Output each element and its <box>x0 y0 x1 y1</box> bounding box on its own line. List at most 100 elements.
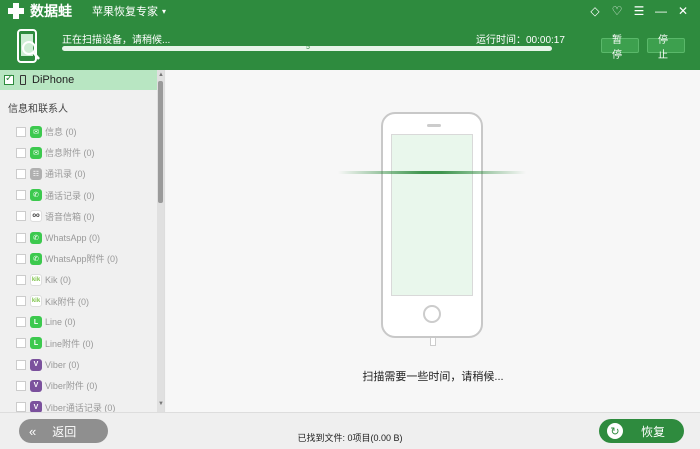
close-icon[interactable]: ✕ <box>672 2 694 20</box>
app-logo: 数据蛙 <box>8 1 72 21</box>
category-checkbox[interactable] <box>16 147 26 158</box>
device-name: DiPhone <box>32 74 75 86</box>
category-item[interactable]: V Viber通话记录 (0) <box>0 396 164 412</box>
iphone-icon <box>20 75 26 85</box>
window-controls: ◇ ♡ ☰ — ✕ <box>584 2 694 20</box>
device-item[interactable]: DiPhone <box>0 70 164 90</box>
phone-icon: ✆ <box>30 189 42 202</box>
category-item[interactable]: ✆ WhatsApp附件 (0) <box>0 248 164 269</box>
category-checkbox[interactable] <box>16 211 26 222</box>
category-label: Viber通话记录 (0) <box>45 402 116 412</box>
category-checkbox[interactable] <box>16 274 26 285</box>
category-item[interactable]: ✆ WhatsApp (0) <box>0 227 164 248</box>
contacts-icon: ☷ <box>30 167 42 180</box>
category-checkbox[interactable] <box>16 338 26 349</box>
whatsapp-icon: ✆ <box>30 231 42 244</box>
viber-attachment-icon: V <box>30 379 42 392</box>
sidebar: DiPhone 信息和联系人 ✉信息 (0)✉信息附件 (0)☷通讯录 (0)✆… <box>0 70 165 412</box>
category-label: WhatsApp (0) <box>45 232 101 243</box>
whatsapp-attachment-icon: ✆ <box>30 252 42 265</box>
feedback-icon[interactable]: ♡ <box>606 2 628 20</box>
category-label: 语音信箱 (0) <box>45 211 95 222</box>
scroll-up-icon[interactable]: ▲ <box>158 72 164 78</box>
plus-icon <box>8 3 24 19</box>
category-item[interactable]: V Viber (0) <box>0 354 164 375</box>
category-label: Viber附件 (0) <box>45 381 98 392</box>
restore-icon: ↻ <box>607 423 623 439</box>
category-checkbox[interactable] <box>16 253 26 264</box>
phone-speaker <box>427 124 441 127</box>
title-bar: 数据蛙 苹果恢复专家 ▾ ◇ ♡ ☰ — ✕ <box>0 0 700 22</box>
menu-icon[interactable]: ☰ <box>628 2 650 20</box>
voicemail-icon: oo <box>30 210 42 223</box>
category-label: Viber (0) <box>45 359 80 370</box>
category-item[interactable]: ✆ 通话记录 (0) <box>0 185 164 206</box>
scrollbar-thumb[interactable] <box>158 81 163 203</box>
line-attachment-icon: L <box>30 337 42 350</box>
message-attachment-icon: ✉ <box>30 146 42 159</box>
category-checkbox[interactable] <box>16 168 26 179</box>
kik-icon: kik <box>30 273 42 286</box>
category-label: Kik (0) <box>45 274 72 285</box>
category-label: WhatsApp附件 (0) <box>45 254 119 265</box>
category-label: 信息附件 (0) <box>45 148 95 159</box>
category-checkbox[interactable] <box>16 380 26 391</box>
category-label: 通话记录 (0) <box>45 190 95 201</box>
line-icon: L <box>30 316 42 329</box>
stop-button[interactable]: 停止 <box>647 35 685 61</box>
category-label: Kik附件 (0) <box>45 296 90 307</box>
phone-screen <box>391 134 473 296</box>
kik-attachment-icon: kik <box>30 295 42 308</box>
found-files-text: 已找到文件: 0项目(0.00 B) <box>297 433 403 443</box>
viber-calls-icon: V <box>30 401 42 412</box>
sidebar-scrollbar[interactable]: ▲ ▼ <box>157 70 164 412</box>
category-checkbox[interactable] <box>16 359 26 370</box>
category-item[interactable]: V Viber附件 (0) <box>0 375 164 396</box>
category-item[interactable]: ✉ 信息附件 (0) <box>0 142 164 163</box>
category-item[interactable]: ☷ 通讯录 (0) <box>0 163 164 184</box>
category-item[interactable]: kik Kik附件 (0) <box>0 291 164 312</box>
home-button <box>423 305 441 323</box>
category-checkbox[interactable] <box>16 126 26 137</box>
main-panel: 扫描需要一些时间，请稍候... <box>166 70 700 412</box>
category-checkbox[interactable] <box>16 402 26 412</box>
viber-icon: V <box>30 358 42 371</box>
category-item[interactable]: L Line附件 (0) <box>0 333 164 354</box>
phone-search-icon <box>17 29 40 63</box>
progress-label: 5 <box>306 44 310 51</box>
category-checkbox[interactable] <box>16 190 26 201</box>
cable-connector <box>430 338 436 346</box>
runtime-text: 运行时间：00:00:17 <box>476 35 565 46</box>
restore-button[interactable]: ↻ 恢复 <box>599 419 684 443</box>
messages-icon: ✉ <box>30 125 42 138</box>
scan-status-text: 正在扫描设备，请稍候... <box>62 35 171 46</box>
category-checkbox[interactable] <box>16 317 26 328</box>
category-label: 通讯录 (0) <box>45 169 86 180</box>
scan-header: 正在扫描设备，请稍候... 运行时间：00:00:17 5 暂停 停止 <box>0 22 700 70</box>
phone-illustration <box>381 112 483 338</box>
scan-message: 扫描需要一些时间，请稍候... <box>362 371 504 383</box>
category-item[interactable]: kik Kik (0) <box>0 269 164 290</box>
product-name: 苹果恢复专家 <box>92 6 158 18</box>
chevron-down-icon: ▾ <box>162 6 167 16</box>
pause-button[interactable]: 暂停 <box>601 35 639 61</box>
device-checkbox[interactable] <box>4 73 14 85</box>
diamond-icon[interactable]: ◇ <box>584 2 606 20</box>
category-checkbox[interactable] <box>16 232 26 243</box>
category-label: Line (0) <box>45 317 76 328</box>
category-label: Line附件 (0) <box>45 338 94 349</box>
category-label: 信息 (0) <box>45 127 77 138</box>
scroll-down-icon[interactable]: ▼ <box>158 401 164 407</box>
app-name: 数据蛙 <box>30 3 72 19</box>
scan-line <box>338 171 526 174</box>
footer: « 返回 已找到文件: 0项目(0.00 B) ↻ 恢复 <box>0 412 700 449</box>
category-item[interactable]: oo 语音信箱 (0) <box>0 206 164 227</box>
category-list: ✉ 信息 (0) ✉ 信息附件 (0) ☷ 通讯录 (0) ✆ 通话记录 (0) oo 语音信箱 … <box>0 121 164 412</box>
category-checkbox[interactable] <box>16 296 26 307</box>
category-item[interactable]: L Line (0) <box>0 312 164 333</box>
product-selector[interactable]: 苹果恢复专家 ▾ <box>92 3 166 19</box>
minimize-icon[interactable]: — <box>650 2 672 20</box>
category-item[interactable]: ✉ 信息 (0) <box>0 121 164 142</box>
restore-label: 恢复 <box>641 424 666 439</box>
section-title: 信息和联系人 <box>8 104 68 115</box>
